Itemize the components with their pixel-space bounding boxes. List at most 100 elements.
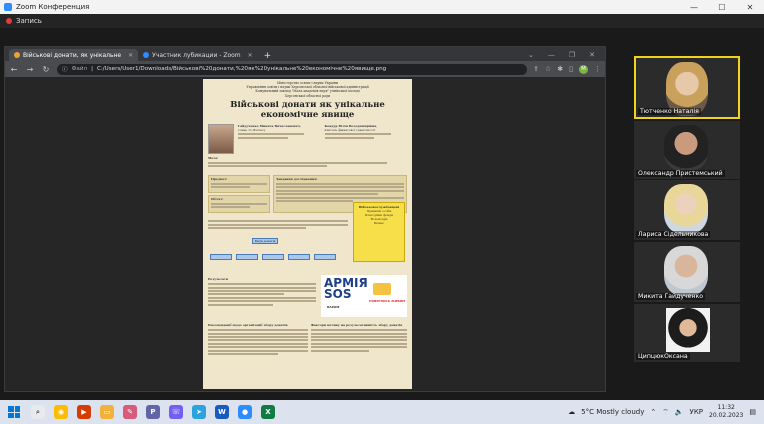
clock-date: 20.02.2023: [709, 412, 744, 419]
subject-box: Предмет:: [208, 174, 270, 193]
charity-logos: АРМІЯ SOS RAZOM ПОВЕРНИСЬ ЖИВИМ: [321, 275, 407, 317]
browser-tab[interactable]: Участник лубикации - Zoom ✕: [138, 49, 258, 61]
sidepanel-icon[interactable]: ▯: [569, 65, 573, 73]
info-icon: ⓘ: [62, 67, 68, 73]
toolbar-actions: ⇪ ☆ ✱ ▯ M ⋮: [533, 64, 601, 74]
foundation-logo: [373, 283, 391, 295]
maximize-icon[interactable]: ☐: [708, 3, 736, 12]
recommend-heading: Рекомендації щодо організації збору дона…: [208, 323, 288, 327]
army-sos-logo: АРМІЯ SOS: [324, 277, 368, 301]
participant-name: ЦипцюкОксана: [636, 353, 690, 360]
extensions-icon[interactable]: ✱: [557, 65, 563, 73]
poster-goal: Мета:: [203, 154, 412, 172]
results-heading: Результати: [208, 277, 229, 281]
participant-video: [664, 246, 708, 296]
restore-icon[interactable]: ❐: [569, 51, 575, 59]
address-scheme: Файл: [71, 66, 88, 72]
author-photo: [208, 123, 234, 154]
participant-tile[interactable]: Микита Гайдученко: [634, 242, 740, 302]
windows-start-icon[interactable]: [6, 404, 22, 420]
recording-icon: [6, 18, 12, 24]
browser-tab-active[interactable]: Військові донати, як унікальне ✕: [9, 49, 139, 61]
back-icon[interactable]: ←: [9, 65, 19, 74]
participant-avatar: [666, 308, 710, 352]
reload-icon[interactable]: ↻: [41, 65, 51, 74]
profile-avatar[interactable]: M: [579, 64, 588, 74]
publisher-icon[interactable]: P: [146, 405, 160, 419]
zoom-icon[interactable]: ●: [238, 405, 252, 419]
browser-tabstrip: Військові донати, як унікальне ✕ Участни…: [5, 47, 605, 61]
new-tab-button[interactable]: +: [258, 51, 278, 61]
zoom-tab-icon: [143, 52, 150, 58]
menu-icon[interactable]: ⋮: [594, 65, 601, 73]
participant-tile[interactable]: ЦипцюкОксана: [634, 304, 740, 362]
participant-name: Лариса Сідельникова: [636, 231, 711, 238]
subject-heading: Предмет:: [211, 176, 228, 181]
tab-close-icon[interactable]: ✕: [128, 52, 133, 59]
close-icon[interactable]: ✕: [736, 3, 764, 12]
diagram-node: [314, 254, 336, 261]
participant-tile[interactable]: Тютченко Наталія: [634, 56, 740, 119]
image-file-icon: [14, 52, 20, 58]
tab-label: Участник лубикации - Zoom: [152, 51, 241, 59]
razom-logo: RAZOM: [327, 305, 340, 309]
viber-icon[interactable]: ☏: [169, 405, 183, 419]
minimize-icon[interactable]: —: [680, 3, 708, 12]
tray-expand-icon[interactable]: ⌃: [650, 408, 656, 416]
notifications-icon[interactable]: ▤: [749, 408, 756, 416]
povernis-logo: ПОВЕРНИСЬ ЖИВИМ: [369, 299, 406, 303]
supervisor-role: вчитель фінансової грамотності: [324, 127, 376, 132]
browser-window-controls: ⌄ — ❐ ✕: [528, 49, 605, 61]
author-block: Гайдученко Микита Вячеславович, учень 11…: [238, 124, 321, 154]
media-icon[interactable]: ▶: [77, 405, 91, 419]
recording-bar: Запись: [0, 14, 764, 28]
participant-name: Тютченко Наталія: [638, 108, 701, 115]
close-icon[interactable]: ✕: [589, 51, 595, 59]
paint-icon[interactable]: ✎: [123, 405, 137, 419]
participant-tile[interactable]: Олександр Пристемський: [634, 121, 740, 179]
weather-icon: ☁: [568, 408, 576, 416]
zoom-title-bar: Zoom Конференция — ☐ ✕: [0, 0, 764, 14]
tab-close-icon[interactable]: ✕: [248, 52, 253, 59]
address-bar[interactable]: ⓘ Файл | C:/Users/User1/Downloads/Військ…: [57, 63, 528, 75]
forward-icon[interactable]: →: [25, 65, 35, 74]
language-indicator[interactable]: УКР: [690, 408, 703, 416]
volume-icon[interactable]: 🔈: [675, 408, 684, 416]
poster-title: Військові донати як унікальне економічне…: [230, 99, 385, 120]
clock[interactable]: 11:32 20.02.2023: [709, 404, 743, 420]
shared-browser-window: Військові донати, як унікальне ✕ Участни…: [4, 46, 606, 392]
meeting-stage: Військові донати, як унікальне ✕ Участни…: [0, 28, 764, 400]
search-icon[interactable]: ⌕: [31, 405, 45, 419]
chrome-icon[interactable]: ◉: [54, 405, 68, 419]
logo-text: SOS: [324, 287, 352, 301]
minimize-icon[interactable]: —: [548, 51, 555, 59]
clock-time: 11:32: [717, 404, 735, 411]
image-viewport: Міністерство освіти і науки України Упра…: [5, 77, 605, 391]
diagram-node: [210, 254, 232, 261]
recording-label[interactable]: Запись: [16, 17, 42, 25]
telegram-icon[interactable]: ➤: [192, 405, 206, 419]
word-icon[interactable]: W: [215, 405, 229, 419]
donation-flow-panel: Військовослужбовцеві Приватні особи Благ…: [353, 202, 405, 262]
tab-label: Військові донати, як унікальне: [23, 51, 122, 59]
participant-name: Олександр Пристемський: [636, 170, 725, 177]
weather-text[interactable]: 5°C Mostly cloudy: [581, 408, 644, 416]
folder-icon[interactable]: ▭: [100, 405, 114, 419]
flow-item: Бізнес: [373, 221, 385, 225]
poster-image: Міністерство освіти і науки України Упра…: [203, 79, 412, 389]
windows-taskbar: ⌕ ◉ ▶ ▭ ✎ P ☏ ➤ W ● X ☁ 5°C Mostly cloud…: [0, 400, 764, 424]
supervisor-block: Кондур Юлія Володимирівна, вчитель фінан…: [324, 124, 408, 154]
zoom-window-title: Zoom Конференция: [16, 3, 90, 11]
address-divider: |: [91, 66, 93, 72]
poster-authors: Гайдученко Микита Вячеславович, учень 11…: [203, 120, 412, 154]
diagram-node: [236, 254, 258, 261]
zoom-logo-icon: [4, 3, 12, 11]
share-icon[interactable]: ⇪: [533, 65, 539, 73]
chevron-down-icon[interactable]: ⌄: [528, 51, 534, 59]
star-icon[interactable]: ☆: [545, 65, 551, 73]
participant-tile[interactable]: Лариса Сідельникова: [634, 180, 740, 240]
window-controls: — ☐ ✕: [680, 3, 764, 12]
address-url: C:/Users/User1/Downloads/Військові%20дон…: [96, 66, 387, 72]
excel-icon[interactable]: X: [261, 405, 275, 419]
network-icon[interactable]: ⌔: [662, 408, 669, 417]
